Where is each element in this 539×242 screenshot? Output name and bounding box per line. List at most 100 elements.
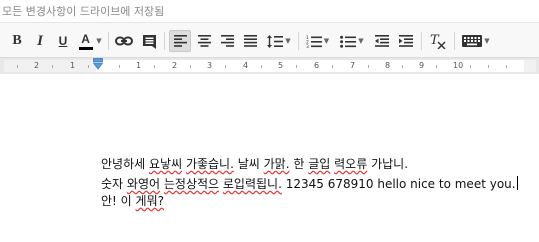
ruler-number: 7 xyxy=(350,61,356,70)
text-color-swatch xyxy=(79,47,94,50)
text-run: 안! 이 xyxy=(101,194,136,208)
svg-text:3: 3 xyxy=(306,44,309,48)
ruler-number: 8 xyxy=(385,61,391,70)
link-icon xyxy=(115,36,133,46)
toolbar-divider xyxy=(421,32,422,50)
text-run: 날씨 xyxy=(233,157,264,171)
comment-icon xyxy=(142,34,156,49)
ruler-tick xyxy=(296,65,297,68)
misspelled-word: 가좋습니. xyxy=(185,157,234,171)
bulleted-list-button[interactable]: ▼ xyxy=(337,30,367,52)
misspelled-word: 와영어 xyxy=(126,177,161,191)
ruler-number: 3 xyxy=(207,61,213,70)
italic-icon: I xyxy=(37,32,43,49)
decrease-indent-button[interactable] xyxy=(371,30,393,52)
justify-button[interactable] xyxy=(239,30,261,52)
toolbar-divider xyxy=(108,32,109,50)
bold-icon: B xyxy=(12,33,22,48)
ruler-tick xyxy=(402,65,403,68)
chevron-down-icon: ▼ xyxy=(484,36,490,45)
align-right-button[interactable] xyxy=(216,30,238,52)
document-line-3[interactable]: 안! 이 게뭐? xyxy=(101,194,164,208)
document-line-2[interactable]: 숫자 와영어 는정상적으 로입력됩니. 12345 678910 hello n… xyxy=(101,176,518,191)
align-left-button[interactable] xyxy=(169,30,191,52)
chevron-down-icon: ▼ xyxy=(96,36,102,45)
ruler-tick xyxy=(52,65,53,68)
decrease-indent-icon xyxy=(375,35,389,47)
ruler-tick xyxy=(154,65,155,68)
ruler-tick xyxy=(88,65,89,68)
clear-formatting-button[interactable]: T xyxy=(426,30,450,52)
indent-marker-icon[interactable] xyxy=(93,58,103,70)
italic-button[interactable]: I xyxy=(30,30,50,52)
line-spacing-icon xyxy=(267,34,284,48)
ruler-number: 5 xyxy=(278,61,284,70)
increase-indent-button[interactable] xyxy=(395,30,417,52)
text-color-button[interactable]: A ▼ xyxy=(76,30,104,52)
misspelled-word: 는정상적으 xyxy=(163,177,220,191)
ruler-number: 1 xyxy=(136,61,142,70)
save-status-text: 모든 변경사항이 드라이브에 저장됨 xyxy=(2,5,165,18)
ruler-tick xyxy=(17,65,18,68)
ruler-area: 2 1 1 2 3 4 5 6 7 8 9 10 xyxy=(0,58,539,74)
input-tools-button[interactable]: ▼ xyxy=(459,30,493,52)
insert-comment-button[interactable] xyxy=(138,30,160,52)
align-right-icon xyxy=(220,35,234,47)
insert-link-button[interactable] xyxy=(113,30,135,52)
text-cursor xyxy=(516,176,518,190)
underline-icon: U xyxy=(58,34,68,48)
clear-formatting-icon: T xyxy=(430,33,446,49)
align-center-icon xyxy=(197,35,211,47)
ruler-number: 9 xyxy=(419,61,425,70)
ruler-tick xyxy=(368,65,369,68)
ruler-tick xyxy=(488,65,489,68)
align-left-icon xyxy=(173,35,187,47)
status-bar: 모든 변경사항이 드라이브에 저장됨 xyxy=(0,0,539,20)
text-run: 가납니. xyxy=(367,157,409,171)
chevron-down-icon: ▼ xyxy=(323,36,330,45)
misspelled-word: 로입력됩니. xyxy=(222,177,282,191)
ruler-number: 2 xyxy=(34,61,40,70)
ruler-tick xyxy=(190,65,191,68)
ruler-tick xyxy=(332,65,333,68)
text-color-icon: A xyxy=(78,32,94,50)
document-page[interactable]: 안녕하세 요낳씨 가좋습니. 날씨 가맑. 한 글입 력오류 가납니. 숫자 와… xyxy=(0,74,539,242)
ruler-tick xyxy=(261,65,262,68)
svg-text:T: T xyxy=(430,33,440,48)
text-run: 숫자 xyxy=(101,177,127,191)
text-run: 안녕하세 xyxy=(101,157,149,171)
ruler-tick xyxy=(436,65,437,68)
misspelled-word: 글입 xyxy=(308,157,331,171)
numbered-list-button[interactable]: 1 2 3 ▼ xyxy=(302,30,333,52)
ruler-number: 4 xyxy=(243,61,249,70)
text-color-letter: A xyxy=(81,32,90,46)
line-spacing-button[interactable]: ▼ xyxy=(264,30,294,52)
misspelled-word: 요낳씨 xyxy=(148,157,183,171)
toolbar-divider xyxy=(454,32,455,50)
bold-button[interactable]: B xyxy=(7,30,27,52)
justify-icon xyxy=(243,35,257,47)
ruler-number: 6 xyxy=(314,61,320,70)
ruler-tick xyxy=(470,65,471,68)
ruler[interactable]: 2 1 1 2 3 4 5 6 7 8 9 10 xyxy=(4,60,536,72)
keyboard-icon xyxy=(462,35,483,47)
ruler-tick xyxy=(119,65,120,68)
increase-indent-icon xyxy=(399,35,413,47)
underline-button[interactable]: U xyxy=(53,30,73,52)
misspelled-word: 게뭐? xyxy=(135,194,164,208)
chevron-down-icon: ▼ xyxy=(358,36,364,45)
misspelled-word: 력오류 xyxy=(334,157,368,171)
document-line-1[interactable]: 안녕하세 요낳씨 가좋습니. 날씨 가맑. 한 글입 력오류 가납니. xyxy=(101,157,408,171)
misspelled-word: 가맑. xyxy=(263,157,290,171)
ruler-number: 10 xyxy=(453,61,464,70)
ruler-number: 1 xyxy=(70,61,76,70)
formatting-toolbar: B I U A ▼ ▼ 1 2 3 ▼ ▼ T ▼ xyxy=(0,22,539,58)
ruler-tick xyxy=(225,65,226,68)
align-center-button[interactable] xyxy=(193,30,215,52)
bulleted-list-icon xyxy=(340,35,357,48)
chevron-down-icon: ▼ xyxy=(285,36,291,45)
numbered-list-icon: 1 2 3 xyxy=(306,35,322,48)
toolbar-divider xyxy=(164,32,165,50)
text-run: 한 xyxy=(289,157,309,171)
toolbar-divider xyxy=(298,32,299,50)
